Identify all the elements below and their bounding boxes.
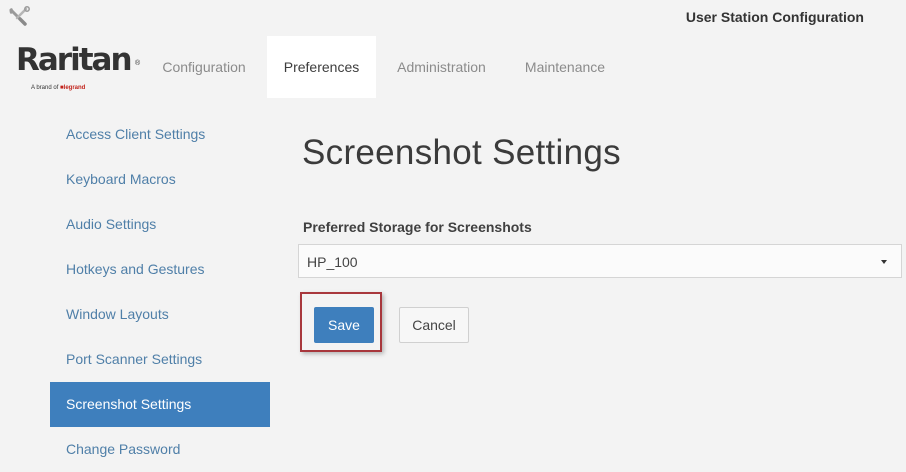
storage-select-value: HP_100 — [307, 254, 358, 270]
logo-tagline-brand: legrand — [63, 85, 86, 91]
tab-preferences[interactable]: Preferences — [267, 36, 376, 98]
tab-maintenance[interactable]: Maintenance — [507, 36, 623, 98]
sidebar-item-screenshot-settings[interactable]: Screenshot Settings — [50, 382, 270, 427]
sidebar-item-port-scanner-settings[interactable]: Port Scanner Settings — [50, 337, 270, 382]
storage-label: Preferred Storage for Screenshots — [303, 219, 532, 235]
sidebar-item-audio-settings[interactable]: Audio Settings — [50, 202, 270, 247]
sidebar-item-keyboard-macros[interactable]: Keyboard Macros — [50, 157, 270, 202]
sidebar: Access Client Settings Keyboard Macros A… — [50, 112, 270, 472]
page-title: Screenshot Settings — [302, 133, 621, 172]
logo-wordmark: Raritan — [16, 42, 133, 78]
raritan-logo: Raritan ® A brand of ■legrand — [16, 42, 141, 98]
top-bar: User Station Configuration — [0, 0, 906, 36]
tab-configuration[interactable]: Configuration — [143, 36, 265, 98]
storage-select[interactable]: HP_100 — [298, 244, 902, 278]
cancel-button[interactable]: Cancel — [399, 307, 469, 343]
logo-tagline-prefix: A brand of — [31, 85, 59, 91]
sidebar-item-window-layouts[interactable]: Window Layouts — [50, 292, 270, 337]
sidebar-item-change-password[interactable]: Change Password — [50, 427, 270, 472]
tab-administration[interactable]: Administration — [378, 36, 505, 98]
legrand-brand: ■legrand — [60, 85, 86, 91]
sidebar-item-access-client-settings[interactable]: Access Client Settings — [50, 112, 270, 157]
save-button[interactable]: Save — [314, 307, 374, 343]
tools-icon[interactable] — [8, 6, 30, 28]
app-title: User Station Configuration — [685, 9, 864, 25]
main-header: Raritan ® A brand of ■legrand Configurat… — [0, 36, 906, 98]
logo-tagline: A brand of ■legrand — [31, 85, 85, 91]
registered-mark: ® — [135, 60, 141, 67]
sidebar-item-hotkeys-and-gestures[interactable]: Hotkeys and Gestures — [50, 247, 270, 292]
caret-down-icon — [881, 260, 887, 264]
